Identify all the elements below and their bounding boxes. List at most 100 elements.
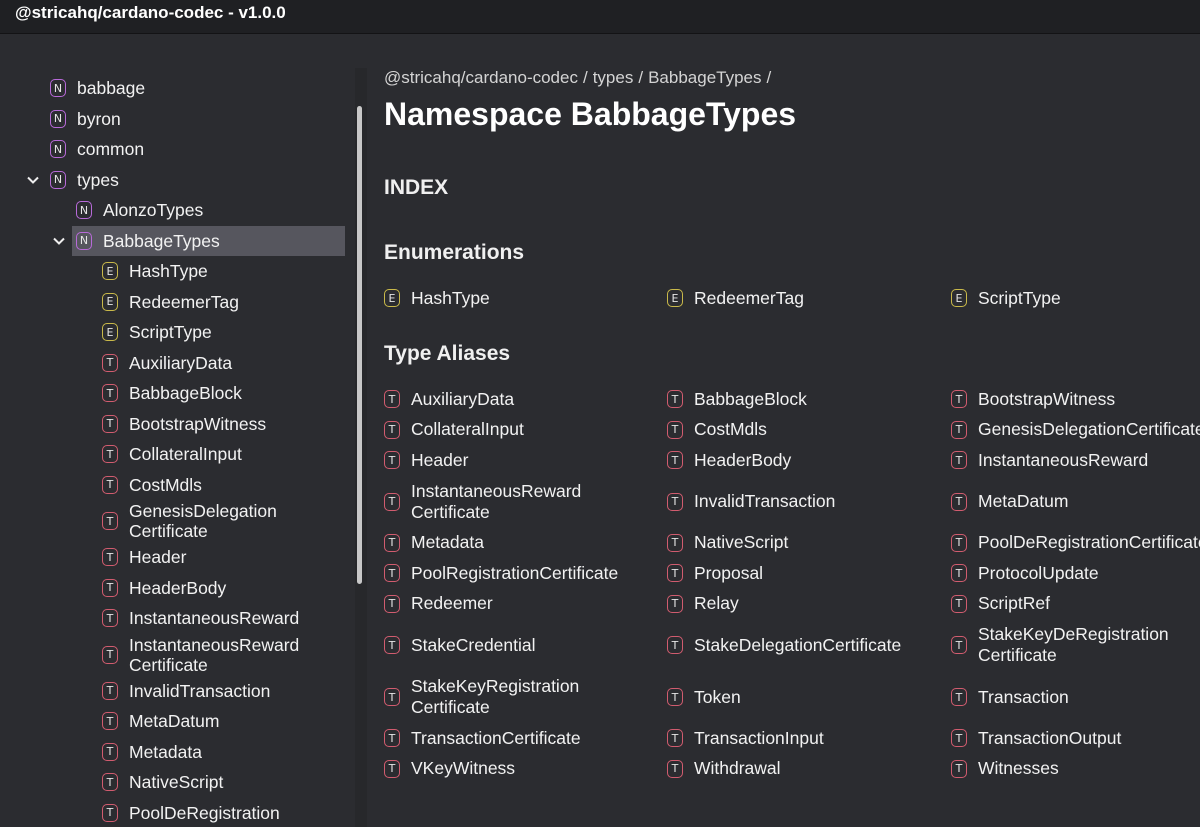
app-title[interactable]: @stricahq/cardano-codec - v1.0.0: [15, 3, 286, 23]
index-link-invalid-transaction[interactable]: T InvalidTransaction: [667, 476, 835, 528]
sidebar-item-header[interactable]: T Header: [102, 542, 186, 573]
type-alias-badge-icon: T: [102, 548, 118, 567]
type-alias-badge-icon: T: [667, 451, 683, 470]
index-link-script-type[interactable]: E ScriptType: [951, 284, 1061, 312]
sidebar-item-collateral-input[interactable]: T CollateralInput: [102, 439, 242, 470]
item-label: BabbageTypes: [103, 230, 220, 251]
item-label: PoolDeRegistrationCertificate: [978, 532, 1200, 553]
breadcrumb-link-babbage-types[interactable]: BabbageTypes: [648, 68, 761, 87]
sidebar-scrollbar[interactable]: [357, 106, 362, 584]
sidebar-item-hash-type[interactable]: E HashType: [102, 256, 208, 287]
item-label: HashType: [129, 261, 208, 282]
item-label: CollateralInput: [411, 419, 524, 440]
sidebar-item-babbage-types[interactable]: N BabbageTypes: [72, 225, 345, 256]
item-label: BootstrapWitness: [978, 388, 1116, 409]
index-link-pool-registration-certificate[interactable]: T PoolRegistrationCertificate: [384, 558, 618, 589]
sidebar-item-auxiliary-data[interactable]: T AuxiliaryData: [102, 348, 232, 379]
item-label: Relay: [694, 593, 739, 614]
index-link-transaction-certificate[interactable]: T TransactionCertificate: [384, 723, 581, 754]
item-label: Proposal: [694, 562, 764, 583]
sidebar-item-bootstrap-witness[interactable]: T BootstrapWitness: [102, 409, 266, 440]
index-link-stake-key-registration-certificate[interactable]: T StakeKeyRegistration Certificate: [384, 671, 579, 723]
type-alias-badge-icon: T: [384, 594, 400, 613]
index-link-stake-key-de-registration-certificate[interactable]: T StakeKeyDeRegistration Certificate: [951, 619, 1169, 671]
index-link-witnesses[interactable]: T Witnesses: [951, 754, 1059, 785]
index-link-pool-de-registration-certificate[interactable]: T PoolDeRegistrationCertificate: [951, 528, 1200, 559]
index-link-genesis-delegation-certificate[interactable]: T GenesisDelegationCertificate: [951, 415, 1200, 446]
item-label: Withdrawal: [694, 758, 781, 779]
index-link-metadata[interactable]: T Metadata: [384, 528, 484, 559]
item-label: HashType: [411, 287, 490, 308]
sidebar-item-instantaneous-reward-certificate[interactable]: T InstantaneousReward Certificate: [102, 634, 299, 676]
index-link-relay[interactable]: T Relay: [667, 589, 739, 620]
sidebar-item-pool-de-registration[interactable]: T PoolDeRegistration: [102, 798, 280, 827]
index-link-stake-delegation-certificate[interactable]: T StakeDelegationCertificate: [667, 619, 901, 671]
enum-badge-icon: E: [667, 289, 683, 307]
breadcrumb-link-types[interactable]: types: [593, 68, 634, 87]
breadcrumb-link-stricahqcardano-codec[interactable]: @stricahq/cardano-codec: [384, 68, 578, 87]
sidebar-item-byron[interactable]: Nbyron: [50, 104, 121, 135]
index-link-token[interactable]: T Token: [667, 671, 741, 723]
index-link-bootstrap-witness[interactable]: T BootstrapWitness: [951, 384, 1115, 415]
index-link-redeemer[interactable]: T Redeemer: [384, 589, 493, 620]
type-alias-badge-icon: T: [667, 759, 683, 778]
sidebar-item-genesis-delegation-certificate[interactable]: T GenesisDelegation Certificate: [102, 500, 277, 542]
item-label: PoolDeRegistration: [129, 802, 280, 823]
item-label: BabbageBlock: [129, 383, 242, 404]
chevron-down-icon[interactable]: [26, 173, 40, 187]
chevron-down-icon[interactable]: [52, 234, 66, 248]
sidebar-item-meta-datum[interactable]: T MetaDatum: [102, 706, 219, 737]
index-link-script-ref[interactable]: T ScriptRef: [951, 589, 1050, 620]
sidebar-item-babbage[interactable]: Nbabbage: [50, 73, 145, 104]
item-label: Token: [694, 686, 741, 707]
sidebar-item-alonzo-types[interactable]: N AlonzoTypes: [76, 195, 203, 226]
index-link-stake-credential[interactable]: T StakeCredential: [384, 619, 536, 671]
index-link-transaction-input[interactable]: T TransactionInput: [667, 723, 824, 754]
index-link-hash-type[interactable]: E HashType: [384, 284, 490, 312]
index-link-protocol-update[interactable]: T ProtocolUpdate: [951, 558, 1099, 589]
type-alias-badge-icon: T: [951, 688, 967, 706]
type-alias-badge-icon: T: [102, 609, 118, 628]
index-link-cost-mdls[interactable]: T CostMdls: [667, 415, 767, 446]
breadcrumb-separator: /: [638, 68, 644, 87]
sidebar-item-native-script[interactable]: T NativeScript: [102, 767, 223, 798]
sidebar-item-babbage-block[interactable]: T BabbageBlock: [102, 378, 242, 409]
index-link-auxiliary-data[interactable]: T AuxiliaryData: [384, 384, 514, 415]
sidebar-item-common[interactable]: Ncommon: [50, 134, 144, 165]
page-title: Namespace BabbageTypes: [384, 96, 797, 132]
type-aliases-heading: Type Aliases: [384, 342, 511, 365]
sidebar-item-invalid-transaction[interactable]: T InvalidTransaction: [102, 676, 270, 707]
type-alias-badge-icon: T: [384, 564, 400, 583]
sidebar-item-script-type[interactable]: E ScriptType: [102, 317, 212, 348]
type-alias-badge-icon: T: [384, 451, 400, 470]
index-link-collateral-input[interactable]: T CollateralInput: [384, 415, 524, 446]
index-link-proposal[interactable]: T Proposal: [667, 558, 763, 589]
type-alias-badge-icon: T: [667, 729, 683, 748]
index-link-instantaneous-reward[interactable]: T InstantaneousReward: [951, 445, 1148, 476]
index-link-withdrawal[interactable]: T Withdrawal: [667, 754, 781, 785]
index-link-native-script[interactable]: T NativeScript: [667, 528, 788, 559]
index-link-header[interactable]: T Header: [384, 445, 468, 476]
sidebar-item-metadata[interactable]: T Metadata: [102, 737, 202, 768]
index-link-babbage-block[interactable]: T BabbageBlock: [667, 384, 807, 415]
index-link-transaction[interactable]: T Transaction: [951, 671, 1069, 723]
item-label: HeaderBody: [694, 449, 792, 470]
type-alias-badge-icon: T: [102, 742, 118, 761]
sidebar-item-types[interactable]: Ntypes: [50, 165, 119, 196]
item-label: InstantaneousReward: [129, 608, 300, 629]
index-link-header-body[interactable]: T HeaderBody: [667, 445, 791, 476]
sidebar-item-redeemer-tag[interactable]: E RedeemerTag: [102, 287, 239, 318]
item-label: CollateralInput: [129, 444, 242, 465]
index-link-transaction-output[interactable]: T TransactionOutput: [951, 723, 1121, 754]
sidebar-item-header-body[interactable]: T HeaderBody: [102, 573, 226, 604]
sidebar-item-instantaneous-reward[interactable]: T InstantaneousReward: [102, 603, 299, 634]
index-link-instantaneous-reward-certificate[interactable]: T InstantaneousReward Certificate: [384, 476, 581, 528]
sidebar-item-cost-mdls[interactable]: T CostMdls: [102, 470, 202, 501]
index-link-meta-datum[interactable]: T MetaDatum: [951, 476, 1068, 528]
item-label: StakeDelegationCertificate: [694, 634, 902, 655]
type-alias-badge-icon: T: [384, 492, 400, 511]
type-alias-badge-icon: T: [102, 512, 118, 530]
type-alias-badge-icon: T: [102, 414, 118, 433]
index-link-vkey-witness[interactable]: T VKeyWitness: [384, 754, 515, 785]
index-link-redeemer-tag[interactable]: E RedeemerTag: [667, 284, 804, 312]
